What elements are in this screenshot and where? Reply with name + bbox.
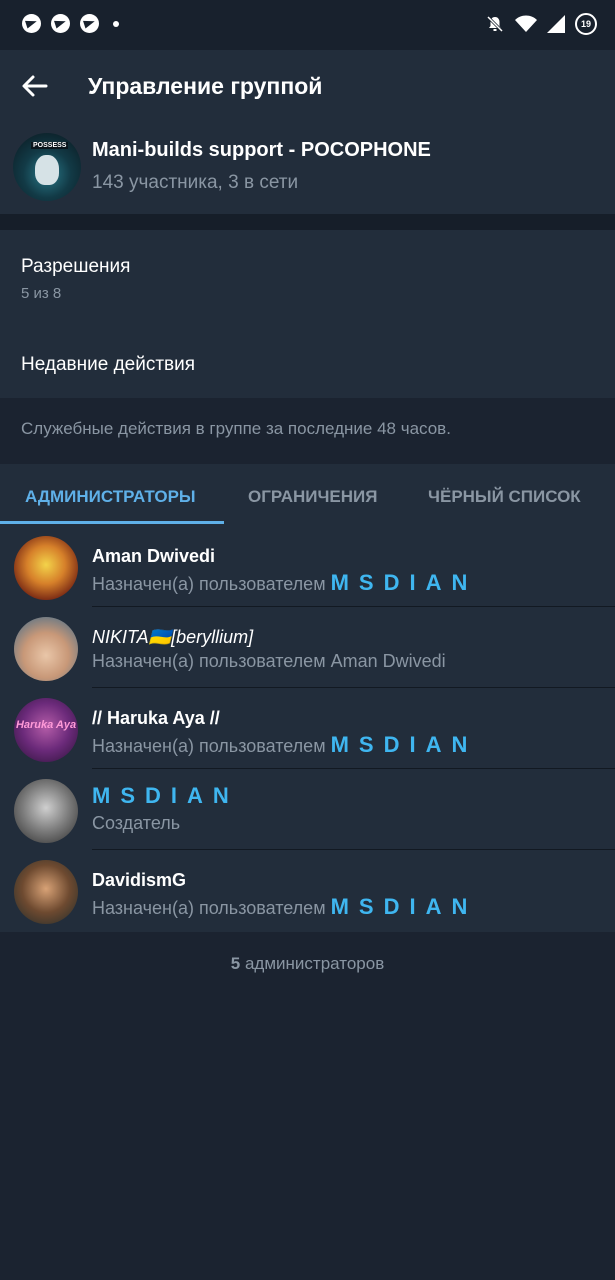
admin-list: Aman Dwivedi Назначен(а) пользователем M…: [0, 526, 615, 932]
arrow-left-icon: [22, 75, 48, 97]
admin-name: // Haruka Aya //: [92, 708, 220, 728]
tab-bar: АДМИНИСТРАТОРЫ ОГРАНИЧЕНИЯ ЧЁРНЫЙ СПИСОК: [0, 464, 615, 526]
assigner-name: MSDIAN: [330, 732, 478, 757]
more-notifications-dot-icon: [113, 20, 119, 27]
avatar: [14, 779, 78, 843]
active-tab-indicator: [0, 521, 224, 524]
group-info-card[interactable]: POSSESS Mani-builds support - POCOPHONE …: [0, 122, 615, 214]
avatar-banner: POSSESS: [31, 142, 69, 149]
recent-actions-title: Недавние действия: [21, 354, 196, 375]
admin-name: DavidismG: [92, 870, 187, 890]
battery-icon: 19: [575, 13, 597, 35]
avatar-text: Haruka Aya: [15, 719, 77, 731]
admin-count-label: администраторов: [244, 954, 385, 973]
settings-section: Разрешения 5 из 8 Недавние действия: [0, 230, 615, 398]
list-item[interactable]: DavidismG Назначен(а) пользователем MSDI…: [0, 850, 615, 931]
avatar: Haruka Aya: [14, 698, 78, 762]
hint-text: Служебные действия в группе за последние…: [21, 419, 451, 438]
admin-count: 5 администраторов: [0, 954, 615, 974]
notification-icons: [22, 14, 119, 33]
group-member-count: 143 участника, 3 в сети: [92, 172, 299, 193]
admin-role: Назначен(а) пользователем MSDIAN: [92, 732, 477, 758]
assigner-name: MSDIAN: [330, 570, 478, 595]
avatar: [14, 860, 78, 924]
list-item[interactable]: Aman Dwivedi Назначен(а) пользователем M…: [0, 526, 615, 607]
telegram-icon: [51, 14, 70, 33]
telegram-icon: [22, 14, 41, 33]
assigned-by-label: Назначен(а) пользователем: [92, 736, 326, 756]
list-item[interactable]: MSDIAN Создатель: [0, 769, 615, 850]
permissions-count: 5 из 8: [21, 285, 62, 302]
assigner-name: MSDIAN: [330, 894, 478, 919]
mute-icon: [486, 15, 504, 33]
status-bar: 19: [0, 0, 615, 50]
avatar: [14, 617, 78, 681]
telegram-icon: [80, 14, 99, 33]
list-item[interactable]: NIKITA🇺🇦[beryllium] Назначен(а) пользова…: [0, 607, 615, 688]
permissions-row[interactable]: Разрешения 5 из 8: [0, 230, 615, 324]
recent-actions-hint: Служебные действия в группе за последние…: [0, 398, 615, 464]
assigned-by-label: Назначен(а) пользователем: [92, 898, 326, 918]
admin-name: MSDIAN: [92, 783, 239, 808]
tab-blacklist[interactable]: ЧЁРНЫЙ СПИСОК: [428, 487, 581, 507]
admin-role: Назначен(а) пользователем Aman Dwivedi: [92, 651, 446, 672]
permissions-title: Разрешения: [21, 256, 131, 277]
app-bar: Управление группой: [0, 50, 615, 122]
avatar: [14, 536, 78, 600]
admin-role: Назначен(а) пользователем MSDIAN: [92, 894, 477, 920]
admin-count-number: 5: [230, 954, 241, 973]
section-divider: [0, 214, 615, 230]
group-avatar[interactable]: POSSESS: [13, 133, 81, 201]
assigned-by-label: Назначен(а) пользователем Aman Dwivedi: [92, 651, 446, 671]
recent-actions-row[interactable]: Недавние действия: [0, 324, 615, 398]
mask-face: [35, 155, 59, 185]
tab-restrictions[interactable]: ОГРАНИЧЕНИЯ: [248, 487, 377, 507]
list-item[interactable]: Haruka Aya // Haruka Aya // Назначен(а) …: [0, 688, 615, 769]
system-icons: 19: [485, 13, 597, 35]
creator-label: Создатель: [92, 813, 181, 833]
tab-administrators[interactable]: АДМИНИСТРАТОРЫ: [25, 487, 196, 507]
group-name: Mani-builds support - POCOPHONE: [92, 139, 431, 161]
wifi-icon: [515, 15, 537, 32]
page-title: Управление группой: [88, 73, 323, 99]
admin-role: Создатель: [92, 813, 180, 834]
signal-icon: [547, 15, 565, 33]
assigned-by-label: Назначен(а) пользователем: [92, 574, 326, 594]
admin-name: NIKITA🇺🇦[beryllium]: [92, 627, 254, 647]
admin-role: Назначен(а) пользователем MSDIAN: [92, 570, 477, 596]
admin-name: Aman Dwivedi: [92, 546, 216, 566]
back-button[interactable]: [20, 72, 50, 102]
